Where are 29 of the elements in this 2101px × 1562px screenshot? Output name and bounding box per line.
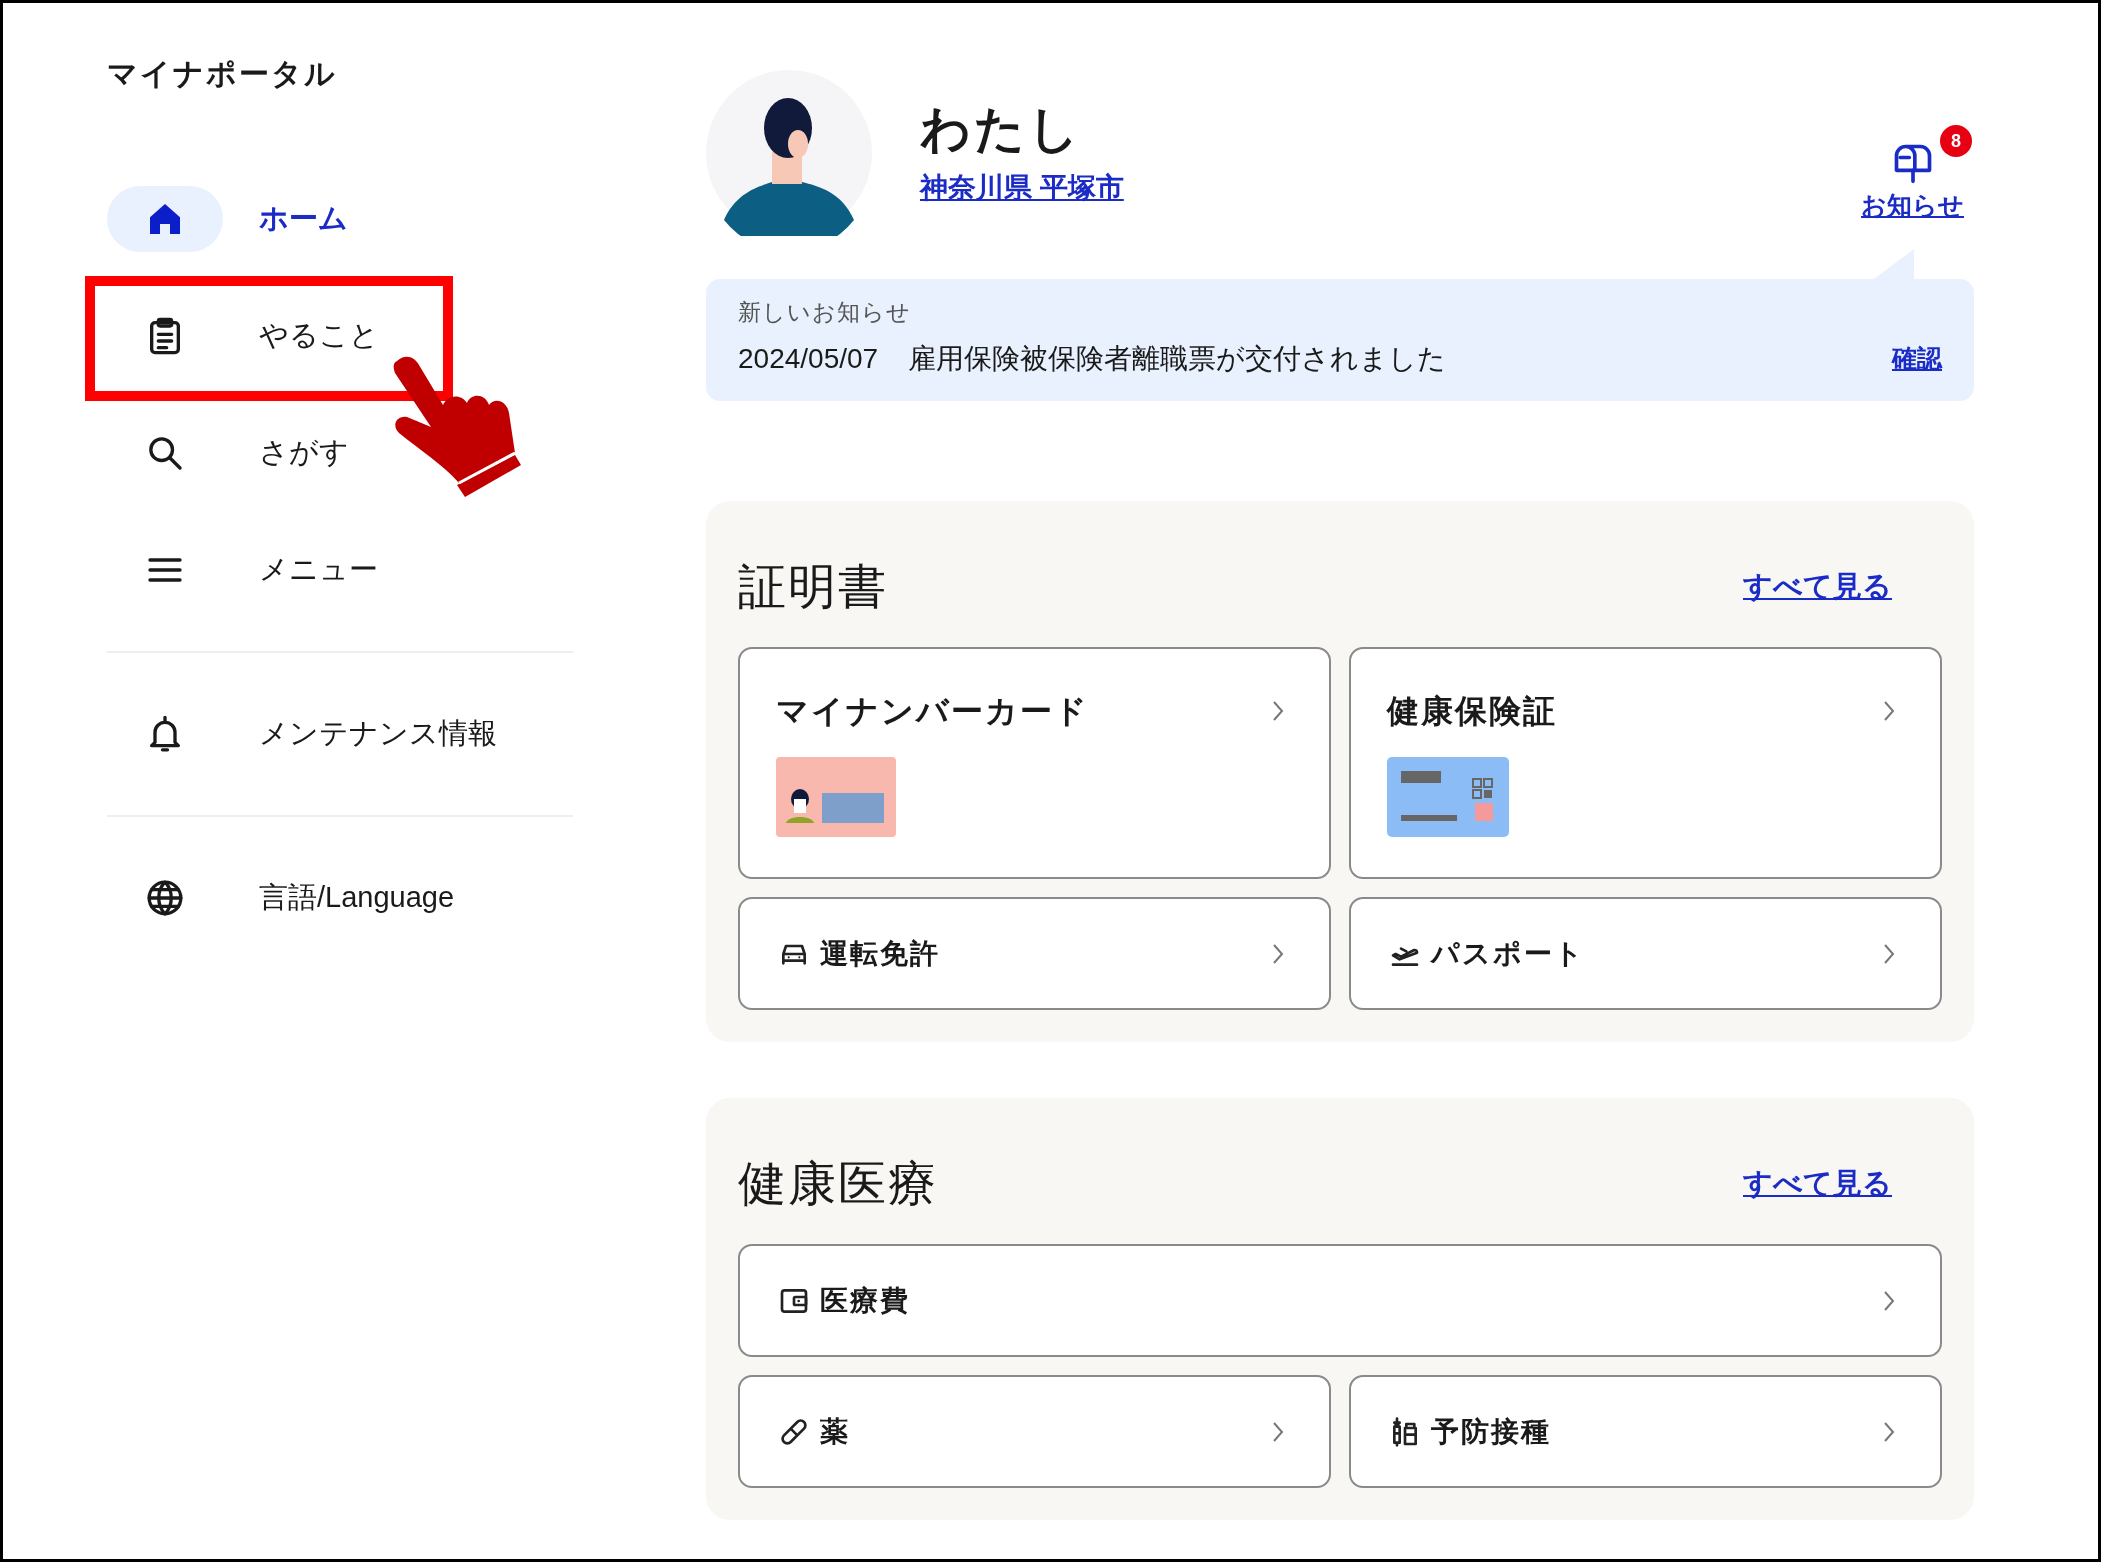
document-card[interactable]: マイナンバーカード	[738, 647, 1331, 879]
banner-heading: 新しいお知らせ	[738, 298, 912, 327]
chevron-right-icon	[1271, 699, 1285, 723]
chevron-right-icon	[1882, 699, 1896, 723]
count-badge: 8	[1940, 125, 1972, 158]
location-link[interactable]: 神奈川県 平塚市	[920, 167, 1124, 209]
link-row[interactable]: 薬	[738, 1375, 1331, 1488]
nav-item[interactable]: ホーム	[107, 186, 348, 252]
notice-date: 2024/05/07	[738, 341, 879, 376]
link-row[interactable]: 運転免許	[738, 897, 1331, 1010]
globe-icon	[145, 878, 185, 918]
confirm-link[interactable]: 確認	[1892, 339, 1942, 378]
section-title: 健康医療	[738, 1156, 938, 1212]
user-name: わたし	[920, 100, 1083, 159]
nav-item[interactable]: メニュー	[107, 537, 378, 603]
link-row[interactable]: 医療費	[738, 1244, 1942, 1357]
link-row[interactable]: パスポート	[1349, 897, 1942, 1010]
avatar-icon	[706, 70, 872, 236]
link-row[interactable]: 予防接種	[1349, 1375, 1942, 1488]
app-title: マイナポータル	[107, 56, 337, 92]
see-all-link[interactable]: すべて見る	[1743, 565, 1892, 609]
nav-item[interactable]: 言語/Language	[107, 865, 455, 931]
section-title: 証明書	[738, 559, 888, 615]
document-card[interactable]: 健康保険証	[1349, 647, 1942, 879]
nav-item[interactable]: メンテナンス情報	[107, 701, 497, 767]
see-all-link[interactable]: すべて見る	[1743, 1162, 1892, 1206]
nav-item[interactable]: さがす	[107, 420, 349, 486]
nav-item[interactable]: やること	[107, 303, 379, 369]
notice-message: 雇用保険被保険者離職票が交付されました	[908, 341, 1447, 376]
